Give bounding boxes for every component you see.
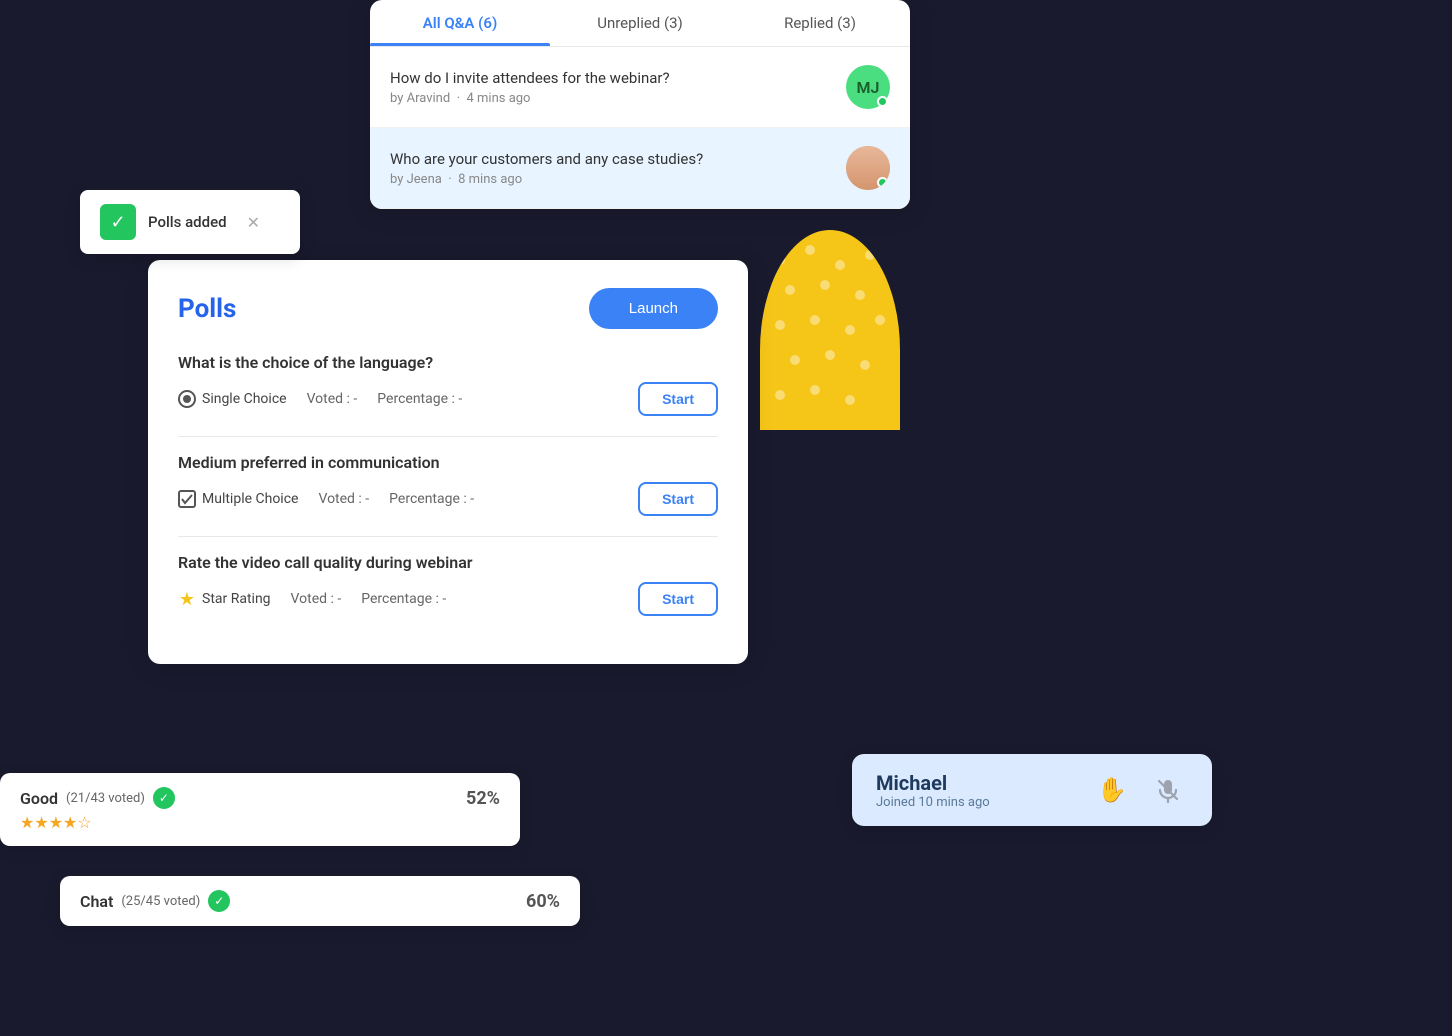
qna-panel: All Q&A (6) Unreplied (3) Replied (3) Ho…: [370, 0, 910, 209]
michael-joined: Joined 10 mins ago: [876, 795, 990, 810]
qna-tabs: All Q&A (6) Unreplied (3) Replied (3): [370, 0, 910, 47]
polls-header: Polls Launch: [178, 288, 718, 329]
toast-close-button[interactable]: ✕: [247, 213, 260, 232]
voted-label-3: Voted : -: [291, 591, 342, 607]
percentage-label-3: Percentage : -: [361, 591, 446, 607]
voted-label-2: Voted : -: [318, 491, 369, 507]
online-indicator-2: [877, 177, 888, 188]
toast-notification: ✓ Polls added ✕: [80, 190, 300, 254]
poll-type-row-3: ★ Star Rating Voted : - Percentage : - S…: [178, 582, 718, 616]
microphone-muted-icon[interactable]: [1148, 770, 1188, 810]
michael-notification: Michael Joined 10 mins ago ✋: [852, 754, 1212, 826]
stars-rating: ★★★★☆: [20, 813, 500, 832]
result-bar-inner-good: Good (21/43 voted) ✓ 52%: [20, 787, 500, 809]
poll-question-2-title: Medium preferred in communication: [178, 453, 718, 472]
raise-hand-icon[interactable]: ✋: [1092, 770, 1132, 810]
result-check-good: ✓: [153, 787, 175, 809]
tab-unreplied[interactable]: Unreplied (3): [550, 0, 730, 46]
result-check-chat: ✓: [208, 890, 230, 912]
checkbox-icon: [178, 490, 196, 508]
qna-item-content: How do I invite attendees for the webina…: [390, 69, 670, 106]
poll-type-row-1: Single Choice Voted : - Percentage : - S…: [178, 382, 718, 416]
qna-item-content-2: Who are your customers and any case stud…: [390, 150, 703, 187]
percentage-label-2: Percentage : -: [389, 491, 474, 507]
michael-info: Michael Joined 10 mins ago: [876, 771, 990, 810]
poll-type-1: Single Choice: [178, 390, 287, 408]
radio-icon: [178, 390, 196, 408]
poll-type-3: ★ Star Rating: [178, 590, 271, 608]
qna-item-1[interactable]: How do I invite attendees for the webina…: [370, 47, 910, 128]
result-bar-chat: Chat (25/45 voted) ✓ 60%: [60, 876, 580, 926]
poll-type-2: Multiple Choice: [178, 490, 298, 508]
poll-divider-1: [178, 436, 718, 437]
poll-question-3-title: Rate the video call quality during webin…: [178, 553, 718, 572]
poll-question-2: Medium preferred in communication Multip…: [178, 453, 718, 516]
start-button-2[interactable]: Start: [638, 482, 718, 516]
decorative-dots-svg: [760, 230, 900, 430]
online-indicator: [877, 96, 888, 107]
voted-label-1: Voted : -: [307, 391, 358, 407]
poll-question-3: Rate the video call quality during webin…: [178, 553, 718, 616]
avatar-jeena: [846, 146, 890, 190]
polls-title: Polls: [178, 294, 236, 324]
michael-name: Michael: [876, 771, 990, 795]
polls-panel: Polls Launch What is the choice of the l…: [148, 260, 748, 664]
poll-divider-2: [178, 536, 718, 537]
result-label-good: Good (21/43 voted) ✓: [20, 787, 175, 809]
avatar-mj: MJ: [846, 65, 890, 109]
result-label-chat: Chat (25/45 voted) ✓: [80, 890, 230, 912]
toast-message: Polls added: [148, 213, 227, 231]
result-bar-inner-chat: Chat (25/45 voted) ✓ 60%: [80, 890, 560, 912]
start-button-3[interactable]: Start: [638, 582, 718, 616]
michael-action-icons: ✋: [1092, 770, 1188, 810]
star-icon: ★: [178, 590, 196, 608]
tab-all-qna[interactable]: All Q&A (6): [370, 0, 550, 46]
poll-question-1-title: What is the choice of the language?: [178, 353, 718, 372]
qna-item-2[interactable]: Who are your customers and any case stud…: [370, 128, 910, 209]
tab-replied[interactable]: Replied (3): [730, 0, 910, 46]
percentage-label-1: Percentage : -: [377, 391, 462, 407]
poll-question-1: What is the choice of the language? Sing…: [178, 353, 718, 416]
toast-check-icon: ✓: [100, 204, 136, 240]
poll-type-row-2: Multiple Choice Voted : - Percentage : -…: [178, 482, 718, 516]
start-button-1[interactable]: Start: [638, 382, 718, 416]
result-bar-good: Good (21/43 voted) ✓ 52% ★★★★☆: [0, 773, 520, 846]
decorative-shape: [760, 230, 900, 430]
launch-button[interactable]: Launch: [589, 288, 718, 329]
